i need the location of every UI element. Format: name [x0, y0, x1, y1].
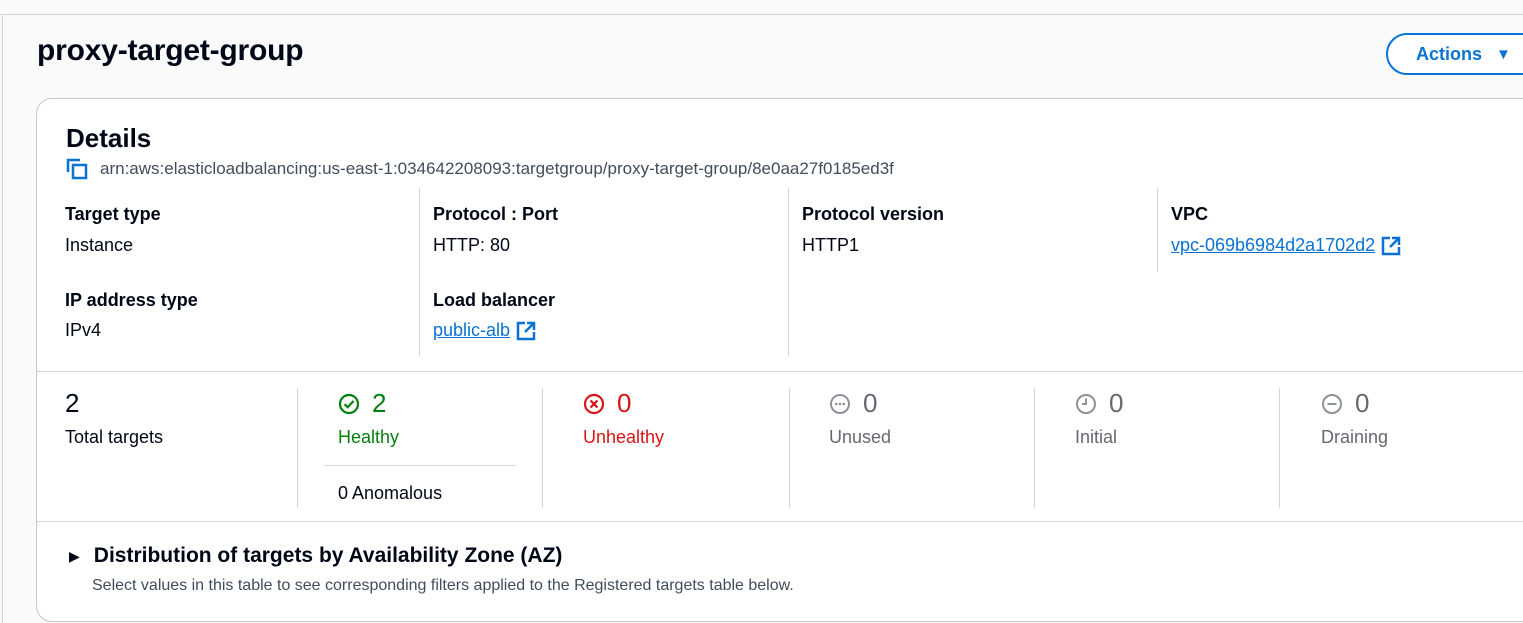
- caret-right-icon: ▶: [69, 547, 80, 564]
- external-link-icon: [516, 321, 536, 341]
- ip-address-type-label: IP address type: [65, 290, 198, 310]
- arn-text: arn:aws:elasticloadbalancing:us-east-1:0…: [100, 159, 894, 178]
- distribution-title: Distribution of targets by Availability …: [93, 544, 563, 567]
- total-targets-value: 2: [65, 388, 80, 418]
- column-divider: [419, 188, 420, 356]
- anomalous-label[interactable]: 0 Anomalous: [338, 483, 442, 504]
- column-divider: [788, 188, 789, 356]
- unhealthy-value: 0: [617, 388, 632, 418]
- top-divider: [0, 14, 1523, 15]
- protocol-version-value: HTTP1: [802, 235, 860, 255]
- arn-row: arn:aws:elasticloadbalancing:us-east-1:0…: [66, 158, 894, 180]
- copy-icon[interactable]: [66, 158, 88, 180]
- healthy-label: Healthy: [338, 427, 400, 447]
- unused-value: 0: [863, 388, 878, 418]
- section-divider: [37, 371, 1523, 372]
- actions-button[interactable]: Actions ▼: [1386, 33, 1523, 75]
- details-card: Details arn:aws:elasticloadbalancing:us-…: [36, 98, 1523, 622]
- external-link-icon: [1381, 236, 1401, 256]
- protocol-port-label: Protocol : Port: [433, 204, 558, 224]
- ip-address-type-value: IPv4: [65, 320, 102, 340]
- x-circle-icon: [583, 393, 605, 415]
- details-title: Details: [66, 123, 152, 153]
- vpc-link[interactable]: vpc-069b6984d2a1702d2: [1171, 235, 1401, 256]
- actions-button-label: Actions: [1416, 43, 1483, 64]
- load-balancer-label: Load balancer: [433, 290, 556, 310]
- stat-divider: [1279, 388, 1280, 508]
- dots-circle-icon: [829, 393, 851, 415]
- unused-label: Unused: [829, 427, 892, 447]
- distribution-expander[interactable]: ▶ Distribution of targets by Availabilit…: [69, 544, 562, 568]
- total-targets-count[interactable]: 2: [65, 388, 79, 419]
- check-circle-icon: [338, 393, 360, 415]
- stat-divider: [297, 388, 298, 508]
- left-divider: [2, 14, 3, 623]
- caret-down-icon: ▼: [1496, 45, 1511, 63]
- section-divider: [37, 521, 1523, 522]
- healthy-count[interactable]: 2: [338, 388, 386, 419]
- initial-count[interactable]: 0: [1075, 388, 1123, 419]
- draining-count[interactable]: 0: [1321, 388, 1369, 419]
- target-type-value: Instance: [65, 235, 134, 255]
- total-targets-label: Total targets: [65, 427, 164, 447]
- vpc-label: VPC: [1171, 204, 1209, 224]
- unused-count[interactable]: 0: [829, 388, 877, 419]
- distribution-description: Select values in this table to see corre…: [92, 577, 794, 594]
- load-balancer-link-text: public-alb: [433, 320, 511, 340]
- initial-label: Initial: [1075, 427, 1118, 447]
- stat-divider: [542, 388, 543, 508]
- draining-value: 0: [1355, 388, 1370, 418]
- column-divider: [1157, 188, 1158, 272]
- draining-label: Draining: [1321, 427, 1389, 447]
- healthy-value: 2: [372, 388, 387, 418]
- protocol-port-value: HTTP: 80: [433, 235, 511, 255]
- target-type-label: Target type: [65, 204, 161, 224]
- unhealthy-label: Unhealthy: [583, 427, 665, 447]
- healthy-divider: [324, 465, 516, 466]
- stat-divider: [789, 388, 790, 508]
- initial-value: 0: [1109, 388, 1124, 418]
- clock-icon: [1075, 393, 1097, 415]
- vpc-link-text: vpc-069b6984d2a1702d2: [1171, 235, 1376, 255]
- unhealthy-count[interactable]: 0: [583, 388, 631, 419]
- page-title: proxy-target-group: [37, 34, 304, 67]
- protocol-version-label: Protocol version: [802, 204, 945, 224]
- stat-divider: [1034, 388, 1035, 508]
- minus-circle-icon: [1321, 393, 1343, 415]
- load-balancer-link[interactable]: public-alb: [433, 320, 536, 341]
- target-group-page: proxy-target-group Actions ▼ Details arn…: [0, 0, 1523, 623]
